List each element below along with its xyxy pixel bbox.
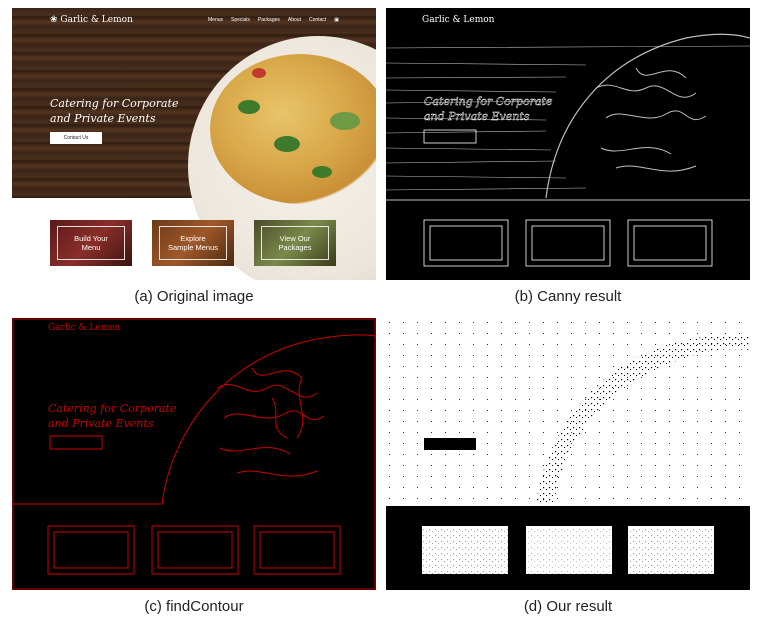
pasta-edges [595, 67, 707, 172]
contour-headline-2: and Private Events [48, 417, 154, 430]
our-result-map [386, 318, 750, 590]
hero-headline: Catering for Corporate and Private Event… [50, 96, 200, 126]
contact-us-button[interactable]: Contact Us [50, 132, 102, 144]
nav-item-packages[interactable]: Packages [258, 17, 280, 23]
greens-decoration [330, 112, 360, 130]
canny-headline-2: and Private Events [424, 110, 530, 123]
headline-line-1: Catering for Corporate [50, 97, 179, 110]
contour-edges: Garlic & Lemon Catering for Corporate an… [12, 318, 376, 590]
headline-line-2: and Private Events [50, 112, 156, 125]
tile-3-noise [628, 526, 714, 574]
tile-label: Build Your [74, 234, 108, 243]
greens-decoration [274, 136, 300, 152]
canny-tile-2-inner [531, 225, 605, 261]
contour-tile-1 [47, 525, 135, 575]
instagram-icon[interactable]: ▣ [334, 17, 339, 23]
plate-rim-edge [545, 33, 750, 199]
logo-text: Garlic & Lemon [60, 15, 133, 25]
tomato-decoration [252, 68, 266, 78]
findcontour-panel: Garlic & Lemon Catering for Corporate an… [12, 318, 376, 590]
tile-1-noise [422, 526, 508, 574]
site-logo[interactable]: ❀ Garlic & Lemon [50, 15, 133, 25]
tile-label: Explore [180, 234, 206, 243]
our-result-panel [386, 318, 750, 590]
tile-build-menu[interactable]: Build Your Menu [50, 220, 132, 266]
canny-tile-3-inner [633, 225, 707, 261]
leaf-icon: ❀ [50, 15, 58, 25]
tile-view-packages[interactable]: View Our Packages [254, 220, 336, 266]
nav-item-contact[interactable]: Contact [309, 17, 326, 23]
contour-frame [12, 318, 376, 590]
caption-b: (b) Canny result [514, 288, 622, 305]
original-image-panel: ❀ Garlic & Lemon Menus Specials Packages… [12, 8, 376, 280]
nav-item-specials[interactable]: Specials [231, 17, 250, 23]
contour-tile-2-inner [157, 531, 233, 569]
nav-item-about[interactable]: About [288, 17, 301, 23]
site-nav: Menus Specials Packages About Contact ▣ [208, 17, 339, 23]
pasta-contours [216, 367, 325, 477]
caption-a: (a) Original image [134, 288, 254, 305]
tile-label: Sample Menus [167, 243, 219, 252]
caption-d: (d) Our result [523, 598, 613, 615]
contour-tile-1-inner [53, 531, 129, 569]
tile-explore-menus[interactable]: Explore Sample Menus [152, 220, 234, 266]
tile-label: Packages [278, 243, 312, 252]
canny-edges: Garlic & Lemon Catering for Corporate an… [386, 15, 750, 267]
canny-tile-3 [627, 219, 713, 267]
tile-2-noise [526, 526, 612, 574]
caption-c: (c) findContour [144, 598, 244, 615]
contour-tile-2 [151, 525, 239, 575]
contour-logo: Garlic & Lemon [48, 323, 121, 333]
tile-label: Menu [81, 243, 101, 252]
contour-tile-3 [253, 525, 341, 575]
greens-decoration [312, 166, 332, 178]
contour-headline-1: Catering for Corporate [48, 402, 177, 415]
canny-tile-2 [525, 219, 611, 267]
greens-decoration [238, 100, 260, 114]
tile-label: View Our [279, 234, 311, 243]
cta-detection [424, 438, 476, 450]
nav-item-menus[interactable]: Menus [208, 17, 223, 23]
contour-cta [49, 435, 103, 450]
contour-tile-3-inner [259, 531, 335, 569]
canny-logo: Garlic & Lemon [422, 15, 495, 25]
canny-tile-1-inner [429, 225, 503, 261]
canny-tile-1 [423, 219, 509, 267]
canny-headline-1: Catering for Corporate [424, 95, 553, 108]
canny-result-panel: Garlic & Lemon Catering for Corporate an… [386, 8, 750, 280]
